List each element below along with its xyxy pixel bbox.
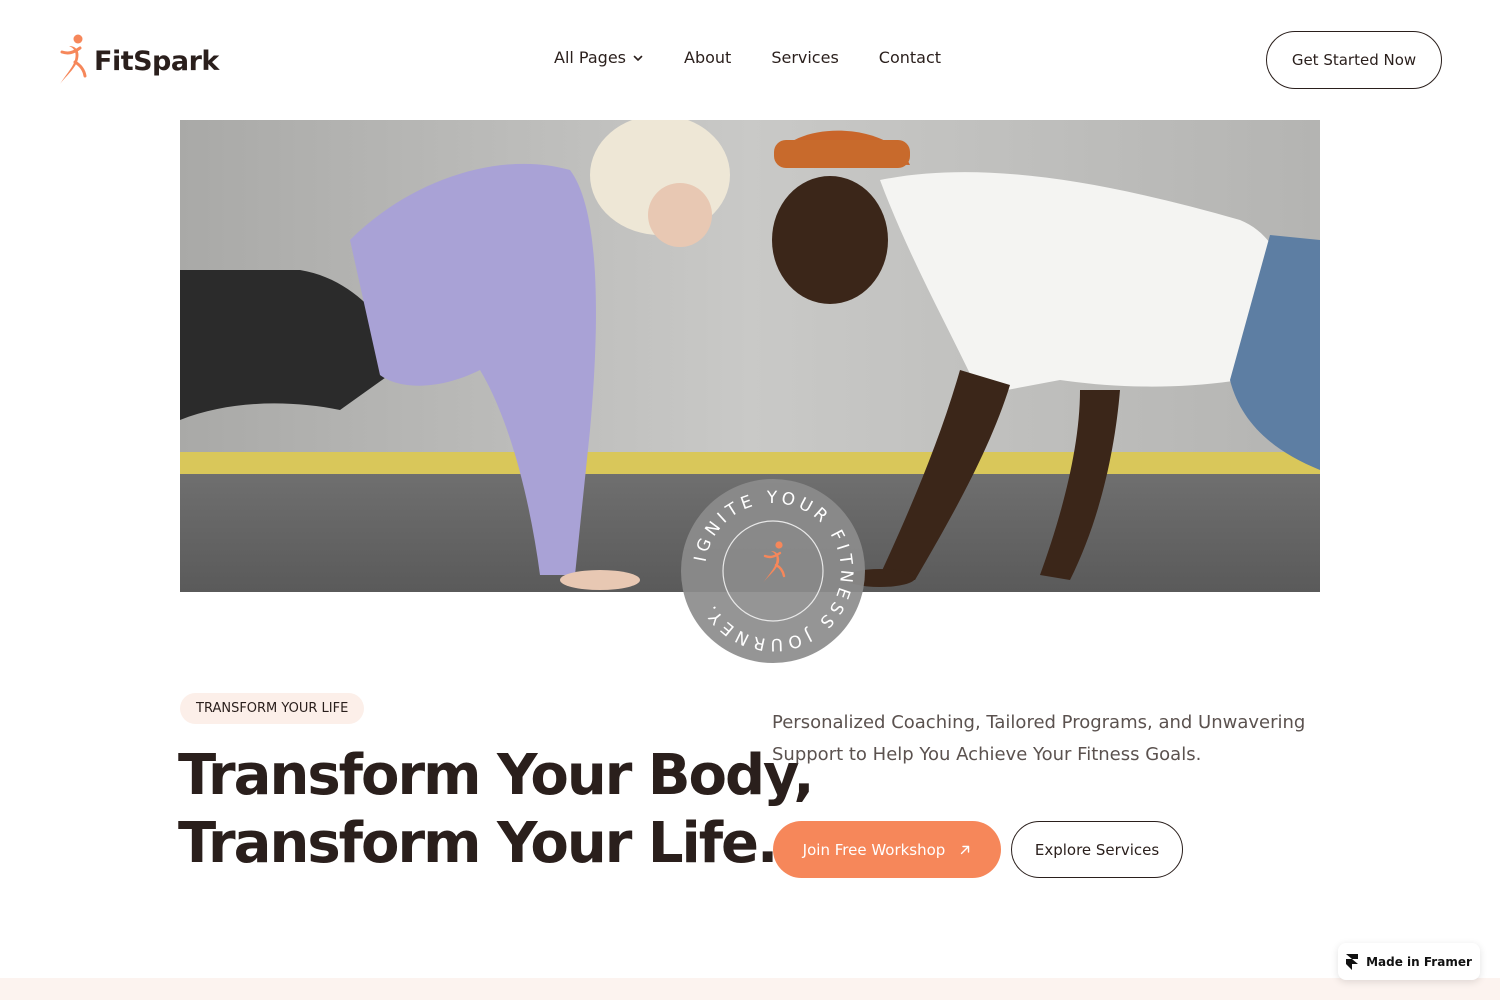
nav-item-services[interactable]: Services	[771, 48, 838, 67]
hero-subtext: Personalized Coaching, Tailored Programs…	[772, 712, 1306, 765]
headline-line-1: Transform Your Body,	[178, 743, 815, 808]
spark-runner-icon	[56, 32, 90, 90]
made-in-framer-badge[interactable]: Made in Framer	[1338, 943, 1480, 980]
headline-line-2: Transform Your Life.	[178, 811, 778, 876]
nav-item-label: All Pages	[554, 48, 626, 67]
nav-item-all-pages[interactable]: All Pages	[554, 48, 644, 67]
main-nav: All Pages About Services Contact	[554, 48, 941, 67]
nav-item-contact[interactable]: Contact	[879, 48, 941, 67]
get-started-button[interactable]: Get Started Now	[1266, 31, 1442, 89]
ignite-fitness-badge: IGNITE YOUR FITNESS JOURNEY.	[680, 478, 866, 664]
framer-badge-label: Made in Framer	[1366, 954, 1472, 969]
brand-name: FitSpark	[94, 45, 219, 77]
framer-logo-icon	[1346, 953, 1359, 970]
explore-services-button[interactable]: Explore Services	[1011, 821, 1183, 878]
section-tag: TRANSFORM YOUR LIFE	[180, 693, 365, 724]
site-header: FitSpark All Pages About Services Contac…	[0, 0, 1500, 120]
chevron-down-icon	[632, 52, 644, 64]
nav-item-about[interactable]: About	[684, 48, 731, 67]
join-workshop-label: Join Free Workshop	[802, 840, 946, 859]
brand-logo[interactable]: FitSpark	[56, 32, 219, 90]
next-section-edge	[0, 978, 1500, 1000]
arrow-up-right-icon	[959, 844, 971, 856]
join-workshop-button[interactable]: Join Free Workshop	[773, 821, 1001, 878]
hero-headline: Transform Your Body, Transform Your Life…	[178, 742, 815, 878]
